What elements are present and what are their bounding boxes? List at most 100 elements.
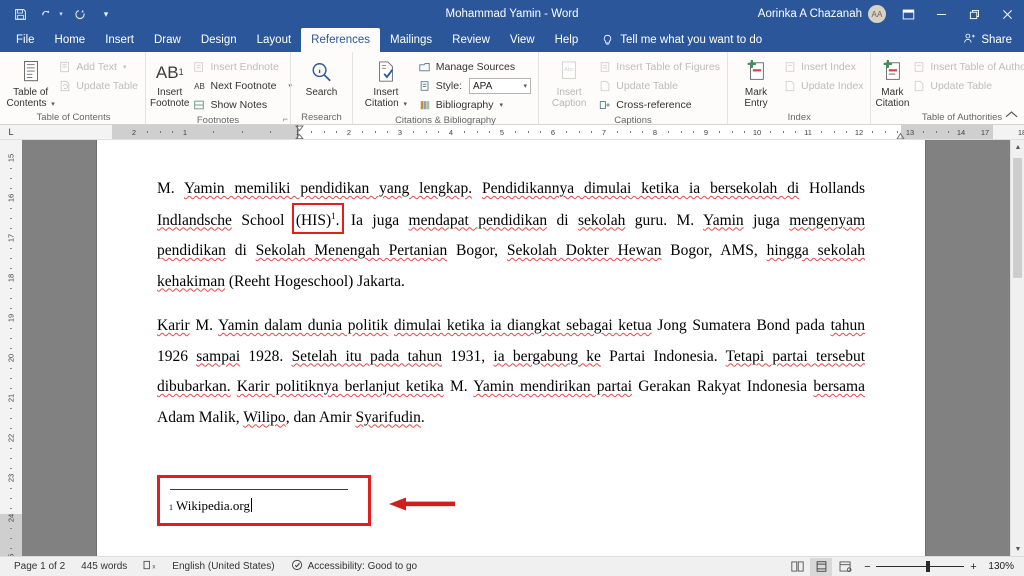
update-table-icon <box>58 79 72 93</box>
restore-button[interactable] <box>958 0 991 28</box>
page-content[interactable]: M. Yamin memiliki pendidikan yang lengka… <box>97 140 925 527</box>
vertical-scrollbar[interactable]: ▲ ▼ <box>1010 140 1024 556</box>
update-table-captions-button[interactable]: Update Table <box>595 77 723 95</box>
manage-sources-button[interactable]: Manage Sources <box>415 58 534 76</box>
group-label-index: Index <box>787 112 811 123</box>
mark-citation-button[interactable]: Mark Citation <box>875 56 909 109</box>
table-of-contents-button[interactable]: Table of Contents ▾ <box>6 56 55 110</box>
zoom-in-button[interactable]: + <box>968 561 978 573</box>
customize-qat-icon[interactable]: ▾ <box>94 3 118 25</box>
minimize-button[interactable] <box>925 0 958 28</box>
paragraph-2[interactable]: Karir M. Yamin dalam dunia politik dimul… <box>157 311 865 433</box>
avatar[interactable]: AA <box>868 5 886 23</box>
footnote-entry[interactable]: 1 Wikipedia.org <box>169 496 359 514</box>
chevron-down-icon[interactable]: ▾ <box>403 101 407 108</box>
print-layout-button[interactable] <box>810 557 833 576</box>
read-mode-button[interactable] <box>786 558 808 576</box>
ribbon-display-options-icon[interactable] <box>892 0 925 28</box>
tab-review[interactable]: Review <box>442 28 500 52</box>
scroll-down-button[interactable]: ▼ <box>1011 542 1024 556</box>
insert-caption-button[interactable]: Abc Insert Caption <box>543 56 595 109</box>
update-table-toa-button[interactable]: Update Table <box>909 77 1024 95</box>
footnote-highlight-box[interactable]: 1 Wikipedia.org <box>157 475 371 527</box>
redo-icon[interactable] <box>68 3 92 25</box>
paragraph-1[interactable]: M. Yamin memiliki pendidikan yang lengka… <box>157 174 865 297</box>
tab-design[interactable]: Design <box>191 28 247 52</box>
language-indicator[interactable]: English (United States) <box>164 561 282 572</box>
footnote-area[interactable]: 1 Wikipedia.org <box>157 475 455 527</box>
ruler-tick: 2 <box>131 127 137 137</box>
table-of-contents-label-line1: Table of <box>13 87 49 98</box>
zoom-slider[interactable]: − + <box>862 561 978 573</box>
footnotes-dialog-launcher-icon[interactable]: ⌐ <box>283 114 288 124</box>
document-page[interactable]: M. Yamin memiliki pendidikan yang lengka… <box>97 140 925 556</box>
close-button[interactable] <box>991 0 1024 28</box>
tab-home[interactable]: Home <box>45 28 96 52</box>
left-indent-marker[interactable] <box>294 125 305 139</box>
tab-file[interactable]: File <box>6 28 45 52</box>
horizontal-ruler-strip[interactable]: 2112345678910111213141718 <box>22 125 1024 139</box>
show-notes-button[interactable]: Show Notes <box>189 96 294 114</box>
web-layout-button[interactable] <box>834 558 856 576</box>
insert-citation-button[interactable]: Insert Citation ▾ <box>357 56 415 110</box>
next-footnote-button[interactable]: AB Next Footnote ▾ <box>189 77 294 95</box>
insert-table-of-figures-button[interactable]: Insert Table of Figures <box>595 58 723 76</box>
run-text: Adam Malik, <box>157 408 244 426</box>
undo-icon[interactable] <box>34 3 58 25</box>
mark-entry-button[interactable]: Mark Entry <box>732 56 780 109</box>
update-index-button[interactable]: Update Index <box>780 77 866 95</box>
tab-view[interactable]: View <box>500 28 545 52</box>
chevron-down-icon[interactable]: ▾ <box>523 82 527 90</box>
tab-layout[interactable]: Layout <box>247 28 302 52</box>
tell-me-search[interactable]: Tell me what you want to do <box>600 28 762 52</box>
footnote-reference-mark[interactable]: 1 <box>331 211 336 221</box>
zoom-out-button[interactable]: − <box>862 561 872 573</box>
ruler-tick: 9 <box>703 127 709 137</box>
footnote-text[interactable]: Wikipedia.org <box>173 498 250 514</box>
zoom-level[interactable]: 130% <box>984 561 1018 572</box>
citation-style-row[interactable]: Style: APA ▾ <box>415 77 534 95</box>
chevron-down-icon[interactable]: ▾ <box>500 101 504 109</box>
right-indent-marker[interactable] <box>896 132 905 139</box>
accessibility-status[interactable]: Accessibility: Good to go <box>283 559 426 574</box>
tab-references[interactable]: References <box>301 28 380 52</box>
insert-index-icon <box>783 60 797 74</box>
update-table-toc-button[interactable]: Update Table <box>55 77 141 95</box>
account-info[interactable]: Aorinka A Chazanah AA <box>758 5 892 23</box>
zoom-slider-thumb[interactable] <box>926 561 931 572</box>
collapse-ribbon-icon[interactable] <box>1005 110 1018 122</box>
horizontal-ruler[interactable]: L 2112345678910111213141718 <box>0 125 1024 140</box>
zoom-slider-track[interactable] <box>876 561 965 572</box>
tab-mailings[interactable]: Mailings <box>380 28 442 52</box>
insert-index-button[interactable]: Insert Index <box>780 58 866 76</box>
insert-table-of-authorities-button[interactable]: Insert Table of Authorities <box>909 58 1024 76</box>
undo-dropdown-icon[interactable]: ▾ <box>56 10 66 18</box>
insert-footnote-button[interactable]: AB 1 Insert Footnote <box>150 56 189 110</box>
chevron-down-icon[interactable]: ▾ <box>51 101 55 108</box>
run-text: Yamin mendirikan partai <box>473 378 633 396</box>
insert-table-of-figures-icon <box>598 60 612 74</box>
chevron-down-icon[interactable]: ▾ <box>123 63 127 71</box>
proofing-status[interactable]: x <box>135 560 164 574</box>
share-button[interactable]: Share <box>963 28 1024 52</box>
scrollbar-thumb[interactable] <box>1013 158 1022 278</box>
ruler-tick: 8 <box>652 127 658 137</box>
tab-insert[interactable]: Insert <box>95 28 144 52</box>
insert-endnote-button[interactable]: Insert Endnote <box>189 58 294 76</box>
vertical-ruler[interactable]: 15 16 17 18 19 20 21 22 23 24 25 <box>0 140 22 556</box>
page-indicator[interactable]: Page 1 of 2 <box>6 561 73 572</box>
tab-help[interactable]: Help <box>545 28 589 52</box>
scroll-up-button[interactable]: ▲ <box>1011 140 1024 154</box>
add-text-button[interactable]: Add Text ▾ <box>55 58 141 76</box>
cross-reference-button[interactable]: Cross-reference <box>595 96 723 114</box>
search-button[interactable]: Search <box>295 56 348 98</box>
bibliography-button[interactable]: Bibliography ▾ <box>415 96 534 114</box>
citation-style-select[interactable]: APA ▾ <box>469 78 531 94</box>
run-text: Hollands <box>799 180 866 197</box>
save-icon[interactable] <box>8 3 32 25</box>
ruler-minor-tick <box>884 130 886 133</box>
document-canvas[interactable]: M. Yamin memiliki pendidikan yang lengka… <box>22 140 1010 556</box>
tab-stop-selector[interactable]: L <box>0 125 22 139</box>
tab-draw[interactable]: Draw <box>144 28 191 52</box>
word-count[interactable]: 445 words <box>73 561 135 572</box>
